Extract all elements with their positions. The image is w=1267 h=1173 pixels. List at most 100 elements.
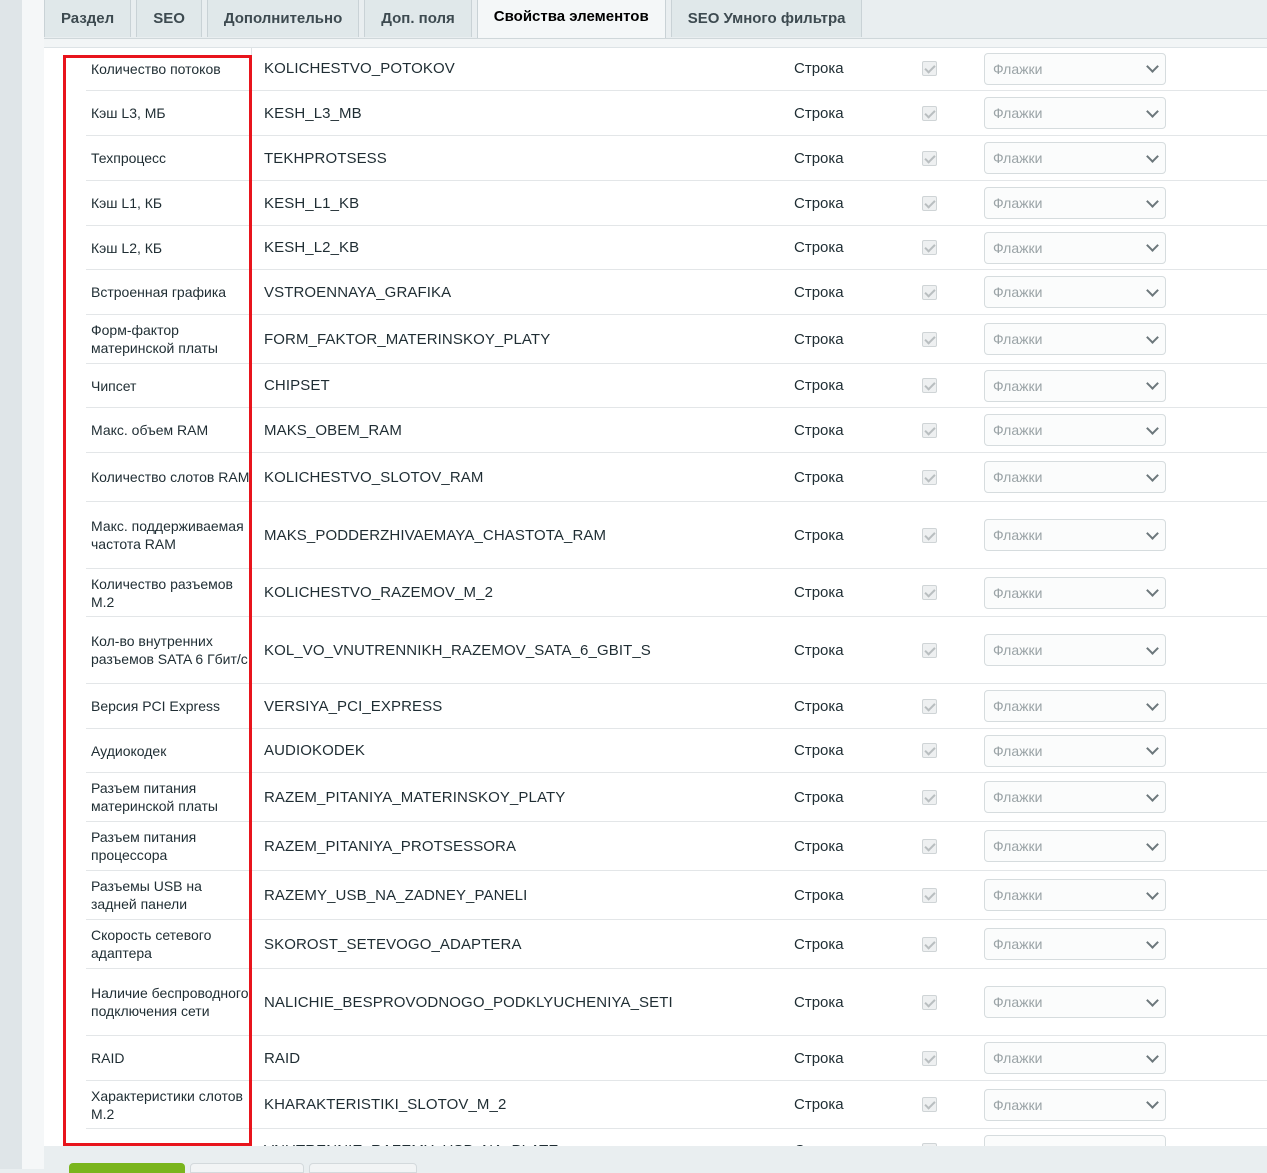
chevron-down-icon	[1146, 641, 1159, 655]
property-checkbox[interactable]	[922, 585, 937, 600]
filter-type-select[interactable]: Флажки	[984, 323, 1166, 355]
chevron-down-icon	[1146, 421, 1159, 435]
tab-smart-filter-seo[interactable]: SEO Умного фильтра	[670, 0, 863, 37]
property-checkbox[interactable]	[922, 887, 937, 903]
property-checkbox[interactable]	[922, 838, 937, 854]
property-name: Количество разъемов M.2	[86, 569, 252, 616]
property-checkbox[interactable]	[922, 1097, 937, 1112]
table-row: Макс. объем RAM MAKS_OBEM_RAM Строка Флажки	[86, 408, 1267, 453]
property-checkbox[interactable]	[922, 378, 937, 393]
filter-type-value: Флажки	[993, 469, 1043, 485]
left-gutter-inner	[22, 0, 44, 1169]
filter-type-value: Флажки	[993, 887, 1043, 903]
filter-type-select[interactable]: Флажки	[984, 276, 1166, 308]
chevron-down-icon	[1146, 330, 1159, 344]
filter-type-select[interactable]: Флажки	[984, 231, 1166, 264]
property-checkbox[interactable]	[922, 1050, 937, 1066]
property-checkbox[interactable]	[922, 61, 937, 76]
filter-type-value: Флажки	[993, 150, 1043, 166]
filter-type-select[interactable]: Флажки	[984, 1088, 1166, 1121]
property-name: Чипсет	[86, 364, 252, 407]
filter-type-select[interactable]: Флажки	[984, 187, 1166, 219]
property-checkbox[interactable]	[922, 743, 937, 758]
filter-type-select[interactable]: Флажки	[984, 142, 1166, 174]
property-code: VSTROENNAYA_GRAFIKA	[264, 283, 452, 301]
property-name: Макс. поддерживаемая частота RAM	[86, 502, 252, 568]
filter-type-select[interactable]: Флажки	[984, 1134, 1166, 1146]
table-row: Разъем питания процессора RAZEM_PITANIYA_…	[86, 822, 1267, 871]
property-name: Макс. объем RAM	[86, 408, 252, 452]
apply-button[interactable]	[190, 1163, 304, 1173]
property-code: VERSIYA_PCI_EXPRESS	[264, 697, 443, 715]
filter-type-value: Флажки	[993, 742, 1043, 759]
property-code: CHIPSET	[264, 377, 330, 394]
table-row: Внутренние разъемы VNUTRENNIE_RAZEMY_USB_…	[86, 1129, 1267, 1146]
property-checkbox[interactable]	[922, 422, 937, 438]
chevron-down-icon	[1146, 239, 1159, 252]
property-type: Строка	[794, 837, 844, 855]
property-checkbox[interactable]	[922, 469, 937, 485]
property-checkbox[interactable]	[922, 331, 937, 347]
property-name: Разъем питания процессора	[86, 822, 252, 870]
property-checkbox[interactable]	[922, 642, 937, 658]
property-type: Строка	[794, 149, 844, 167]
filter-type-value: Флажки	[993, 1050, 1043, 1066]
tab-additional[interactable]: Дополнительно	[206, 0, 360, 37]
filter-type-select[interactable]: Флажки	[984, 519, 1166, 551]
property-type: Строка	[794, 283, 844, 301]
tab-element-properties[interactable]: Свойства элементов	[476, 0, 666, 38]
filter-type-select[interactable]: Флажки	[984, 97, 1166, 129]
property-code: MAKS_PODDERZHIVAEMAYA_CHASTOTA_RAM	[264, 526, 607, 544]
filter-type-select[interactable]: Флажки	[984, 879, 1166, 911]
tab-section[interactable]: Раздел	[44, 0, 132, 37]
filter-type-value: Флажки	[993, 527, 1043, 543]
property-type: Строка	[794, 330, 844, 348]
filter-type-select[interactable]: Флажки	[984, 1042, 1166, 1074]
chevron-down-icon	[1146, 1049, 1159, 1063]
filter-type-select[interactable]: Флажки	[984, 986, 1166, 1018]
chevron-down-icon	[1146, 60, 1159, 73]
property-name: Разъемы USB на задней панели	[86, 871, 252, 919]
filter-type-select[interactable]: Флажки	[984, 830, 1166, 862]
property-checkbox[interactable]	[922, 150, 937, 166]
property-checkbox[interactable]	[922, 240, 937, 255]
filter-type-select[interactable]: Флажки	[984, 369, 1166, 402]
property-checkbox[interactable]	[922, 994, 937, 1010]
filter-type-select[interactable]: Флажки	[984, 461, 1166, 493]
chevron-down-icon	[1146, 526, 1159, 540]
table-row: Чипсет CHIPSET Строка Флажки	[86, 364, 1267, 408]
property-name: Количество потоков	[86, 47, 252, 90]
filter-type-select[interactable]: Флажки	[984, 576, 1166, 609]
property-code: KOL_VO_VNUTRENNIKH_RAZEMOV_SATA_6_GBIT_S	[264, 641, 651, 659]
cancel-button[interactable]	[309, 1163, 417, 1173]
property-checkbox[interactable]	[922, 284, 937, 300]
property-type: Строка	[794, 584, 844, 601]
property-name: RAID	[86, 1036, 252, 1080]
property-checkbox[interactable]	[922, 698, 937, 714]
properties-panel: Количество потоков KOLICHESTVO_POTOKOV Стр…	[44, 38, 1267, 1146]
property-checkbox[interactable]	[922, 936, 937, 952]
filter-type-value: Флажки	[993, 239, 1043, 256]
property-checkbox[interactable]	[922, 195, 937, 211]
filter-type-select[interactable]: Флажки	[984, 781, 1166, 813]
filter-type-value: Флажки	[993, 195, 1043, 211]
filter-type-select[interactable]: Флажки	[984, 928, 1166, 960]
property-checkbox[interactable]	[922, 527, 937, 543]
chevron-down-icon	[1146, 935, 1159, 949]
chevron-down-icon	[1146, 584, 1159, 597]
filter-type-select[interactable]: Флажки	[984, 414, 1166, 446]
property-checkbox[interactable]	[922, 105, 937, 121]
property-type: Строка	[794, 526, 844, 544]
save-button[interactable]	[69, 1163, 185, 1173]
filter-type-select[interactable]: Флажки	[984, 52, 1166, 85]
filter-type-select[interactable]: Флажки	[984, 734, 1166, 767]
property-checkbox[interactable]	[922, 789, 937, 805]
tab-extra-fields[interactable]: Доп. поля	[364, 0, 472, 37]
tab-seo[interactable]: SEO	[136, 0, 202, 37]
filter-type-value: Флажки	[993, 377, 1043, 394]
filter-type-value: Флажки	[993, 284, 1043, 300]
property-name: Встроенная графика	[86, 270, 252, 314]
filter-type-select[interactable]: Флажки	[984, 634, 1166, 666]
table-row: RAID RAID Строка Флажки	[86, 1036, 1267, 1081]
filter-type-select[interactable]: Флажки	[984, 690, 1166, 722]
